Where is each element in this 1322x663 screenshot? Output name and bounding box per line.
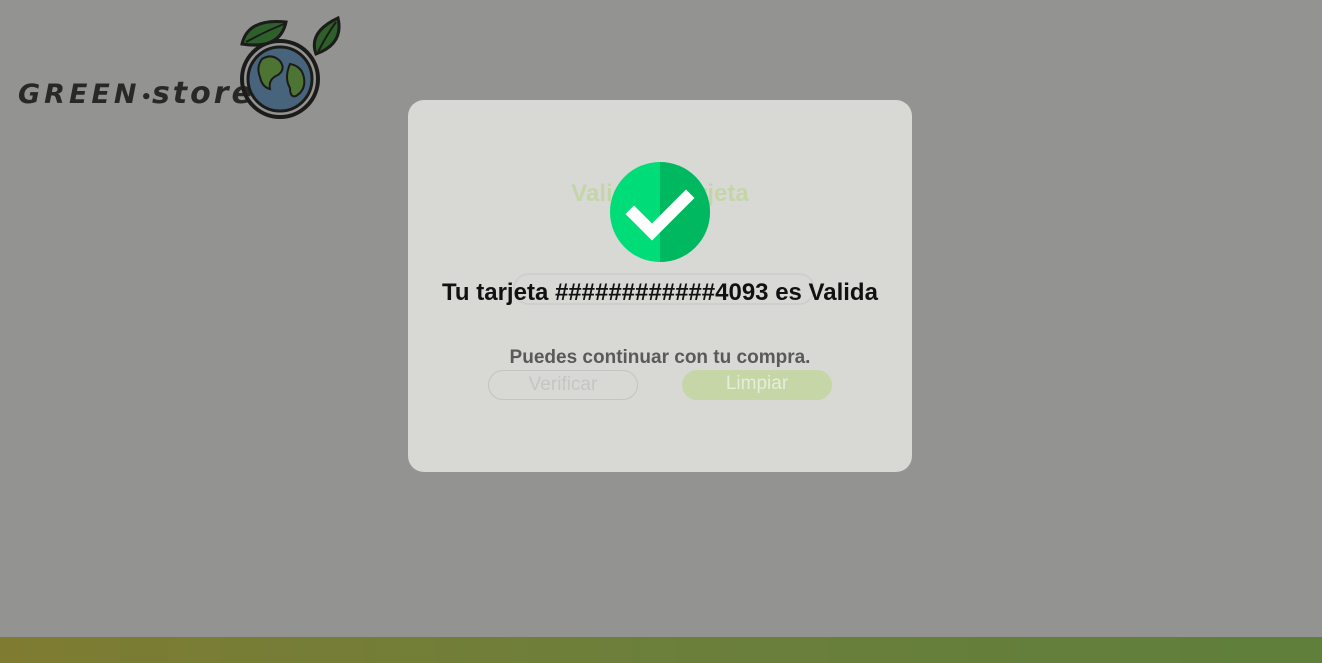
modal-overlay[interactable]: Valida tu tarjeta Verificar Limpiar Tu t… — [0, 0, 1322, 663]
clear-button[interactable]: Limpiar — [682, 370, 832, 400]
verify-button[interactable]: Verificar — [488, 370, 638, 400]
alert-message: Puedes continuar con tu compra. — [509, 347, 811, 368]
success-modal: Valida tu tarjeta Verificar Limpiar Tu t… — [408, 100, 912, 472]
success-check-icon — [610, 162, 710, 262]
alert-title: Tu tarjeta ############4093 es Valida — [442, 279, 878, 306]
